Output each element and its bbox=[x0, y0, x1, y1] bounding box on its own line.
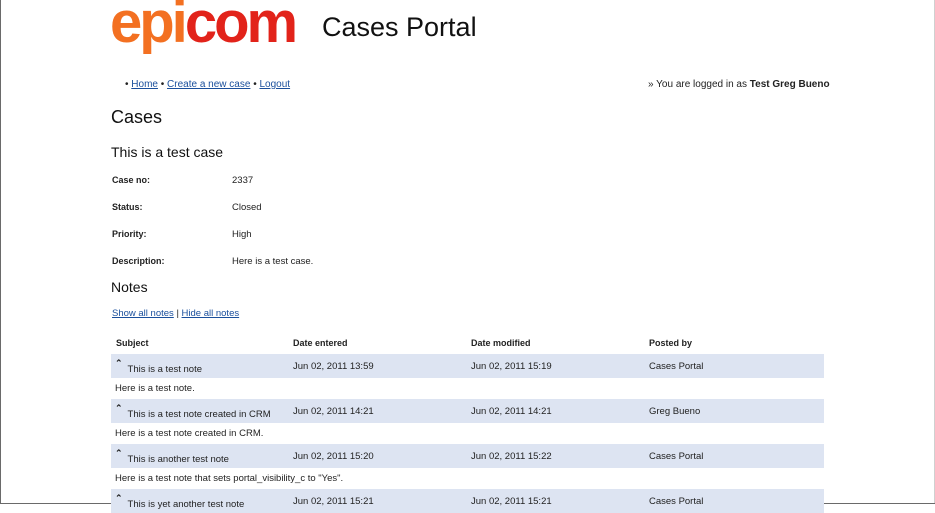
note-date-entered: Jun 02, 2011 14:21 bbox=[293, 406, 374, 417]
status-value: Closed bbox=[232, 202, 262, 213]
chevron-up-icon[interactable]: ⌃ bbox=[115, 494, 123, 503]
column-header-date-entered: Date entered bbox=[293, 338, 348, 348]
note-body-text: Here is a test note. bbox=[115, 383, 195, 394]
column-header-posted-by: Posted by bbox=[649, 338, 693, 348]
note-date-modified: Jun 02, 2011 15:21 bbox=[471, 496, 552, 507]
note-body-text: Here is a test note created in CRM. bbox=[115, 428, 264, 439]
nav-logout-link[interactable]: Logout bbox=[259, 79, 290, 90]
login-prefix: » You are logged in as bbox=[648, 79, 750, 90]
epicom-logo: epicom bbox=[110, 0, 298, 55]
note-subject-text: This is a test note bbox=[127, 364, 202, 375]
note-subject: ⌃ This is yet another test note bbox=[115, 494, 245, 511]
chevron-up-icon[interactable]: ⌃ bbox=[115, 404, 123, 413]
note-date-entered: Jun 02, 2011 15:21 bbox=[293, 496, 374, 507]
note-subject-text: This is another test note bbox=[127, 454, 229, 465]
portal-title: Cases Portal bbox=[322, 12, 477, 42]
login-username: Test Greg Bueno bbox=[749, 79, 830, 90]
login-status: » You are logged in as Test Greg Bueno bbox=[648, 79, 830, 90]
note-date-modified: Jun 02, 2011 14:21 bbox=[471, 406, 552, 417]
note-body: Here is a test note created in CRM. bbox=[111, 423, 824, 444]
note-subject: ⌃ This is another test note bbox=[115, 449, 229, 466]
note-subject: ⌃ This is a test note created in CRM bbox=[115, 404, 271, 421]
notes-toggle: Show all notes | Hide all notes bbox=[112, 308, 239, 319]
logo-text-com: com bbox=[184, 0, 298, 55]
case-title: This is a test case bbox=[111, 144, 224, 160]
case-number-value: 2337 bbox=[232, 175, 254, 186]
priority-value: High bbox=[232, 229, 252, 240]
note-posted-by: Cases Portal bbox=[649, 361, 704, 372]
note-posted-by: Greg Bueno bbox=[649, 406, 701, 417]
note-date-modified: Jun 02, 2011 15:19 bbox=[471, 361, 552, 372]
priority-label: Priority: bbox=[112, 229, 147, 239]
column-header-subject: Subject bbox=[116, 338, 149, 348]
note-body: Here is a test note. bbox=[111, 378, 824, 399]
case-number-label: Case no: bbox=[112, 175, 151, 185]
logo-text-epi: epi bbox=[110, 0, 188, 55]
note-row[interactable]: ⌃ This is yet another test note Jun 02, 2… bbox=[111, 489, 824, 513]
show-all-notes-link[interactable]: Show all notes bbox=[112, 308, 174, 319]
status-label: Status: bbox=[112, 202, 143, 212]
note-date-modified: Jun 02, 2011 15:22 bbox=[471, 451, 552, 462]
column-header-date-modified: Date modified bbox=[471, 338, 531, 348]
note-date-entered: Jun 02, 2011 13:59 bbox=[293, 361, 374, 372]
window-border-left bbox=[0, 0, 1, 504]
note-row[interactable]: ⌃ This is another test note Jun 02, 2011 … bbox=[111, 444, 824, 468]
description-label: Description: bbox=[112, 256, 165, 266]
nav-home-link[interactable]: Home bbox=[131, 79, 158, 90]
nav-create-case-link[interactable]: Create a new case bbox=[167, 79, 250, 90]
chevron-up-icon[interactable]: ⌃ bbox=[115, 359, 123, 368]
note-posted-by: Cases Portal bbox=[649, 496, 704, 507]
note-body-text: Here is a test note that sets portal_vis… bbox=[115, 473, 344, 484]
note-body: Here is a test note that sets portal_vis… bbox=[111, 468, 824, 489]
notes-heading: Notes bbox=[111, 279, 148, 295]
page-title: Cases bbox=[111, 107, 163, 127]
note-posted-by: Cases Portal bbox=[649, 451, 704, 462]
notes-table: Subject Date entered Date modified Poste… bbox=[111, 333, 824, 513]
toggle-separator: | bbox=[176, 308, 179, 319]
main-nav: • Home • Create a new case • Logout bbox=[125, 79, 291, 90]
notes-table-header: Subject Date entered Date modified Poste… bbox=[111, 333, 824, 354]
note-subject-text: This is yet another test note bbox=[127, 499, 245, 510]
chevron-up-icon[interactable]: ⌃ bbox=[115, 449, 123, 458]
description-value: Here is a test case. bbox=[232, 256, 314, 267]
note-subject: ⌃ This is a test note bbox=[115, 359, 202, 376]
note-date-entered: Jun 02, 2011 15:20 bbox=[293, 451, 374, 462]
note-row[interactable]: ⌃This is a test note Jun 02, 2011 13:59 … bbox=[111, 354, 824, 378]
note-row[interactable]: ⌃ This is a test note created in CRM Jun … bbox=[111, 399, 824, 423]
note-subject-text: This is a test note created in CRM bbox=[127, 409, 271, 420]
hide-all-notes-link[interactable]: Hide all notes bbox=[182, 308, 240, 319]
